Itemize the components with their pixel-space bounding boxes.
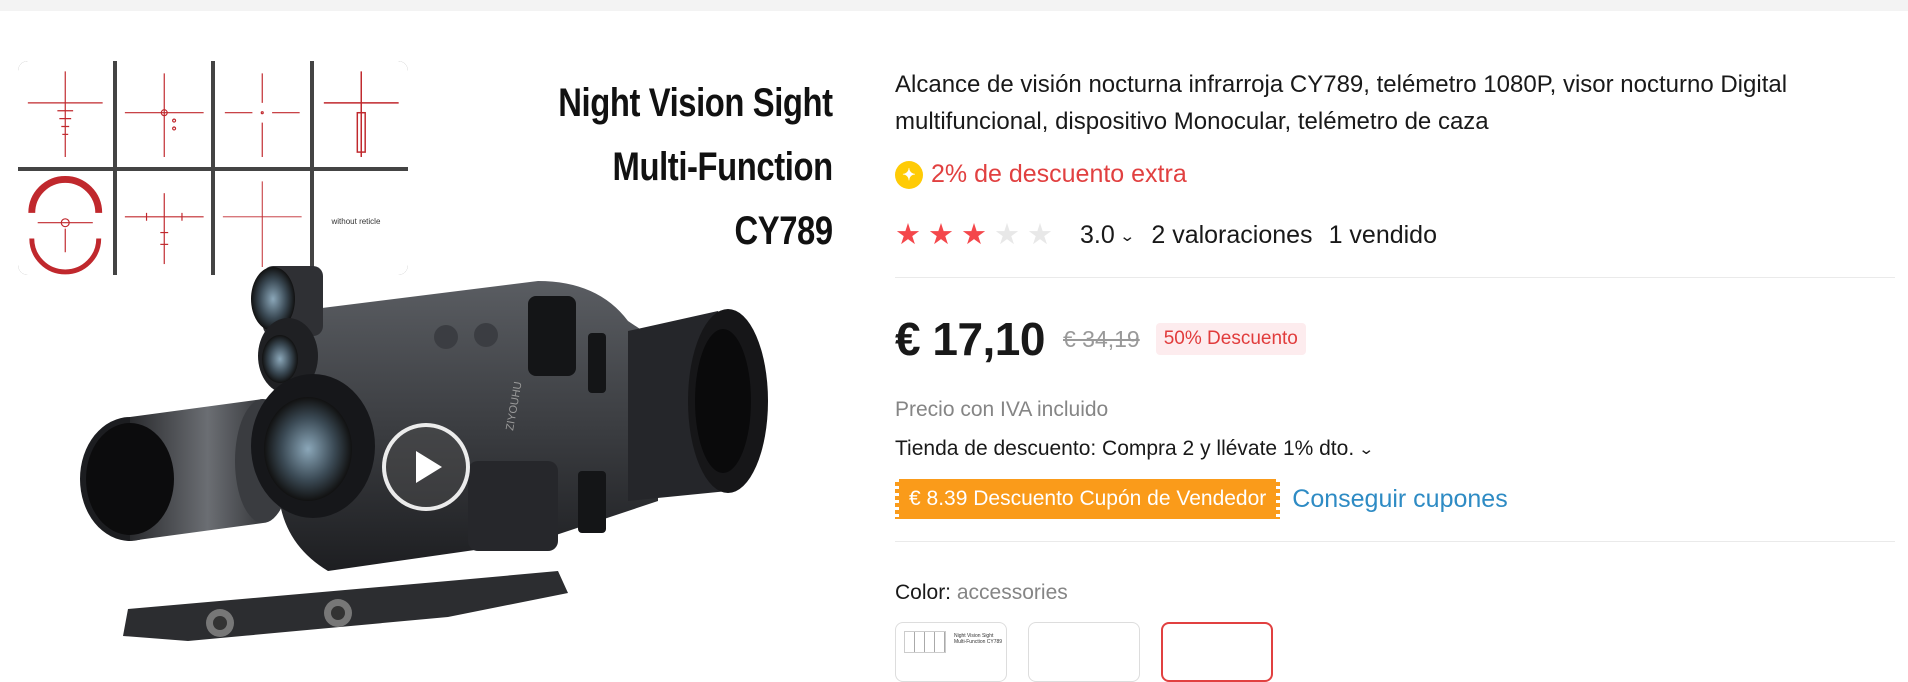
sold-count: 1 vendido <box>1328 221 1437 249</box>
star-icon-3: ★ <box>961 219 987 251</box>
rating-row: ★ ★ ★ ★ ★ 3.0 ⌄ 2 valoraciones 1 vendido <box>895 221 1437 250</box>
color-value: accessories <box>956 581 1068 604</box>
price-original: € 34,19 <box>1062 325 1140 352</box>
swatch-option-2[interactable] <box>1028 622 1140 682</box>
color-selector-label: Color: accessories <box>895 581 1068 605</box>
price-current: € 17,10 <box>895 313 1045 365</box>
store-discount-dropdown[interactable]: Tienda de descuento: Compra 2 y llévate … <box>895 437 1375 461</box>
divider <box>895 277 1895 278</box>
swatch-thumbnail-text: Night Vision Sight Multi-Function CY789 <box>954 633 1003 645</box>
product-title: Alcance de visión nocturna infrarroja CY… <box>895 71 1788 135</box>
hero-title-line-1: Night Vision Sight <box>558 81 833 125</box>
reticle-4 <box>313 61 408 168</box>
product-gallery: without reticle Night Vision Sight Multi… <box>0 11 870 643</box>
divider <box>895 541 1895 542</box>
extra-discount: ✦ 2% de descuento extra <box>895 160 1187 189</box>
chevron-down-icon: ⌄ <box>1118 227 1136 245</box>
tax-note: Precio con IVA incluido <box>895 398 1109 421</box>
play-icon <box>416 451 442 483</box>
star-icon-1: ★ <box>895 219 921 251</box>
swatch-option-3-selected[interactable] <box>1161 622 1273 682</box>
star-icon-2: ★ <box>928 219 954 251</box>
coin-icon: ✦ <box>895 160 923 189</box>
reviews-link[interactable]: 2 valoraciones <box>1151 221 1312 250</box>
play-video-button[interactable] <box>382 423 470 511</box>
rating-value-dropdown[interactable]: 3.0 ⌄ <box>1080 221 1136 250</box>
color-swatches: Night Vision Sight Multi-Function CY789 <box>895 622 1294 682</box>
rating-stars: ★ ★ ★ ★ ★ <box>895 221 1060 250</box>
get-coupons-link[interactable]: Conseguir cupones <box>1292 485 1507 514</box>
without-reticle-label: without reticle <box>331 217 381 227</box>
star-icon-4: ★ <box>994 219 1020 251</box>
extra-discount-text: 2% de descuento extra <box>931 160 1187 188</box>
swatch-accessories[interactable]: Night Vision Sight Multi-Function CY789 <box>895 622 1007 682</box>
top-bar <box>0 0 1908 11</box>
store-discount-text: Tienda de descuento: Compra 2 y llévate … <box>895 437 1355 460</box>
coupon-row: € 8.39 Descuento Cupón de Vendedor Conse… <box>895 479 1508 519</box>
reticle-1 <box>18 61 113 168</box>
price-row: € 17,10 € 34,19 50% Descuento <box>895 312 1306 366</box>
discount-badge: 50% Descuento <box>1155 323 1306 355</box>
reticle-3 <box>215 61 310 168</box>
chevron-down-icon: ⌄ <box>1358 441 1375 458</box>
main-product-image[interactable]: without reticle Night Vision Sight Multi… <box>18 61 833 643</box>
seller-coupon-tag[interactable]: € 8.39 Descuento Cupón de Vendedor <box>895 479 1281 519</box>
reticle-2 <box>116 61 211 168</box>
rating-value: 3.0 <box>1080 221 1115 249</box>
star-icon-5: ★ <box>1027 219 1053 251</box>
color-label: Color: <box>895 581 952 604</box>
hero-title-line-2: Multi-Function <box>612 145 833 189</box>
hero-title: Night Vision Sight Multi-Function CY789 <box>559 71 833 263</box>
swatch-thumbnail <box>904 631 946 653</box>
